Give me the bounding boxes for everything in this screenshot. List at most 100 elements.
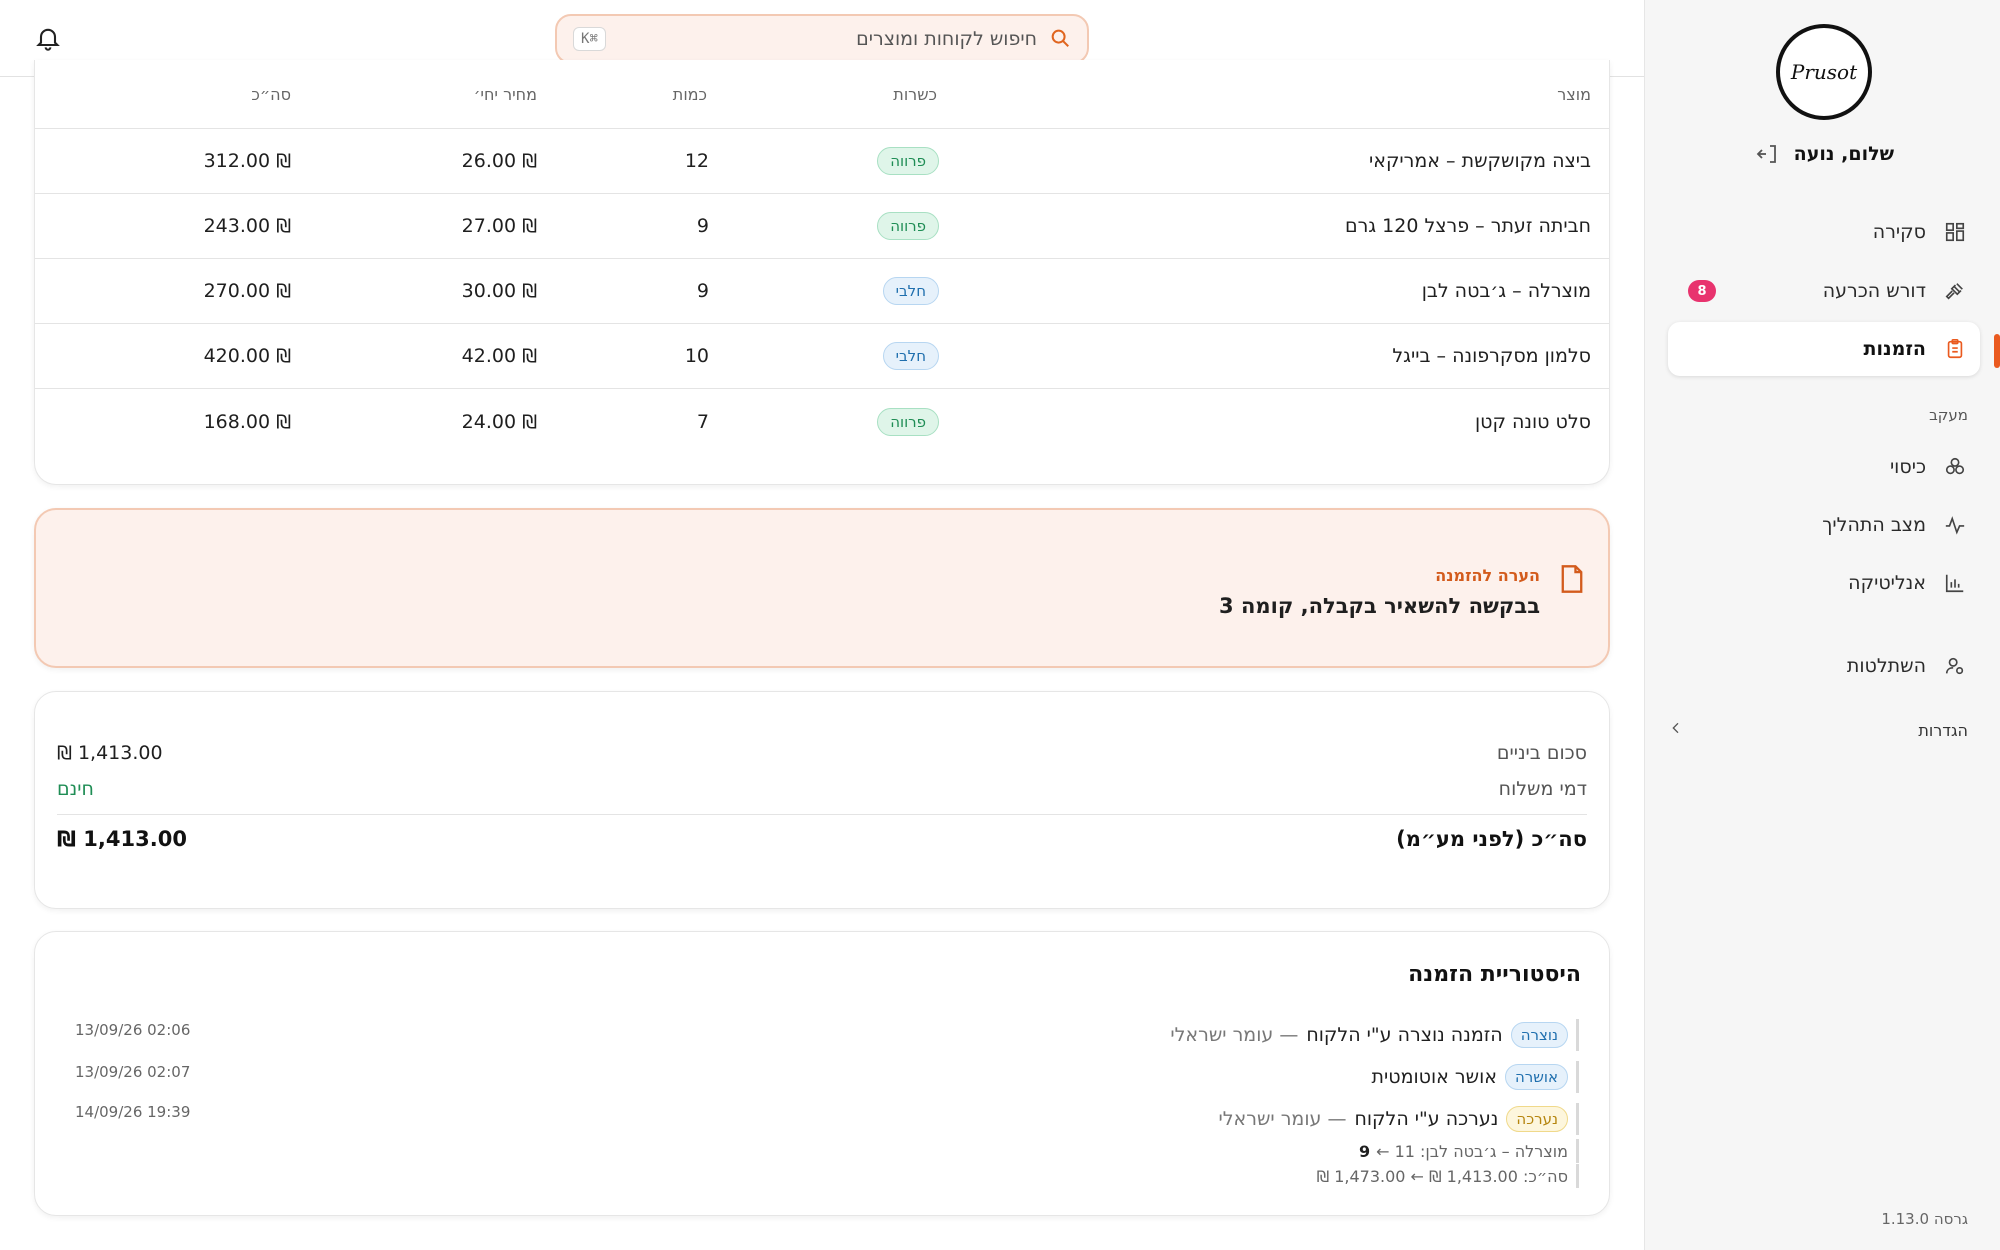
cell-product: מוצרלה – ג׳בטה לבן bbox=[1421, 280, 1591, 302]
cell-unit-price: ₪ 26.00 bbox=[461, 150, 537, 172]
kosher-badge: פרווה bbox=[877, 407, 939, 436]
order-summary: סכום ביניים ₪ 1,413.00 דמי משלוח חינם סה… bbox=[34, 691, 1610, 909]
event-time: 14/09/26 19:39 bbox=[75, 1103, 191, 1121]
activity-icon bbox=[1942, 512, 1968, 538]
header-product: מוצר bbox=[1557, 84, 1591, 104]
cell-total: ₪ 312.00 bbox=[203, 150, 291, 172]
header-unit-price: מחיר יחי׳ bbox=[473, 84, 537, 104]
active-indicator bbox=[1994, 334, 2000, 368]
sidebar-item-impersonate[interactable]: השתלטות bbox=[1668, 639, 1980, 693]
grid-icon bbox=[1942, 219, 1968, 245]
sidebar-item-decisions[interactable]: דורש הכרעה 8 bbox=[1668, 264, 1980, 318]
history-event: נערכה נערכה ע"י הלקוח — עומר ישראלי 14/0… bbox=[75, 1103, 1579, 1135]
clipboard-icon bbox=[1942, 336, 1968, 362]
sidebar-item-label: אנליטיקה bbox=[1848, 572, 1926, 594]
tracking-section-label: מעקב bbox=[1929, 406, 1968, 424]
status-badge: נערכה bbox=[1506, 1106, 1568, 1132]
cell-kosher: פרווה bbox=[877, 407, 939, 436]
cell-product: סלמון מסקרפונה – בייגל bbox=[1392, 345, 1591, 367]
total-label: סה״כ (לפני מע״מ) bbox=[1396, 827, 1587, 851]
table-header: מוצר כשרות כמות מחיר יחי׳ סה״כ bbox=[35, 60, 1609, 129]
cell-qty: 9 bbox=[696, 280, 709, 302]
table-row[interactable]: חביתה זעתר – פרצל 120 גרם פרווה 9 ₪ 27.0… bbox=[35, 194, 1609, 259]
note-text: בבקשה להשאיר בקבלה, קומה 3 bbox=[1219, 594, 1540, 618]
edit-detail-text: סה״כ: ‎₪ 1,473.00‎ ← ‎₪ 1,413.00‎ bbox=[1316, 1166, 1568, 1186]
cell-qty: 9 bbox=[696, 215, 709, 237]
sidebar-item-label: מצב התהליך bbox=[1822, 514, 1926, 536]
layers-icon bbox=[1942, 454, 1968, 480]
brand-logo[interactable]: Prusot bbox=[1776, 24, 1872, 120]
shortcut-hint: ⌘K bbox=[573, 27, 606, 51]
shipping-row: דמי משלוח חינם bbox=[57, 778, 1587, 800]
search-icon bbox=[1047, 27, 1071, 51]
sidebar-item-overview[interactable]: סקירה bbox=[1668, 205, 1980, 259]
note-icon bbox=[1558, 564, 1586, 594]
status-badge: אושרה bbox=[1504, 1064, 1568, 1090]
order-note: הערה להזמנה בבקשה להשאיר בקבלה, קומה 3 bbox=[34, 508, 1610, 668]
subtotal-row: סכום ביניים ₪ 1,413.00 bbox=[57, 742, 1587, 764]
cell-product: סלט טונה קטן bbox=[1474, 410, 1591, 433]
sidebar-item-label: דורש הכרעה bbox=[1822, 280, 1926, 302]
cell-unit-price: ₪ 24.00 bbox=[461, 410, 537, 433]
kosher-badge: פרווה bbox=[877, 212, 939, 240]
cell-qty: 10 bbox=[684, 345, 709, 367]
sidebar-item-coverage[interactable]: כיסוי bbox=[1668, 440, 1980, 494]
app-version: גרסה 1.13.0 bbox=[1881, 1210, 1968, 1228]
table-row[interactable]: מוצרלה – ג׳בטה לבן חלבי 9 ₪ 30.00 ₪ 270.… bbox=[35, 259, 1609, 324]
cell-kosher: פרווה bbox=[877, 212, 939, 240]
table-row[interactable]: ביצה מקושקשת – אמריקאי פרווה 12 ₪ 26.00 … bbox=[35, 129, 1609, 194]
cell-qty: 12 bbox=[684, 150, 709, 172]
sidebar-item-label: כיסוי bbox=[1889, 456, 1926, 478]
sidebar-item-orders[interactable]: הזמנות bbox=[1668, 322, 1980, 376]
search-input[interactable] bbox=[615, 28, 1037, 50]
event-text: אושר אוטומטית bbox=[1371, 1066, 1497, 1088]
event-text: הזמנה נוצרה ע"י הלקוח bbox=[1306, 1024, 1503, 1046]
sidebar-item-process-status[interactable]: מצב התהליך bbox=[1668, 498, 1980, 552]
sidebar: Prusot שלום, נועה סקירה דורש הכרעה 8 הזמ… bbox=[1644, 0, 2000, 1250]
total-row: סה״כ (לפני מע״מ) ₪ 1,413.00 bbox=[57, 827, 1587, 851]
subtotal-value: ₪ 1,413.00 bbox=[57, 742, 163, 764]
kosher-badge: חלבי bbox=[882, 277, 939, 305]
table-row[interactable]: סלט טונה קטן פרווה 7 ₪ 24.00 ₪ 168.00 bbox=[35, 389, 1609, 454]
sidebar-item-analytics[interactable]: אנליטיקה bbox=[1668, 556, 1980, 610]
pending-count-badge: 8 bbox=[1688, 280, 1716, 302]
gavel-icon bbox=[1942, 278, 1968, 304]
event-time: 13/09/26 02:07 bbox=[75, 1063, 191, 1081]
order-items-table: מוצר כשרות כמות מחיר יחי׳ סה״כ ביצה מקוש… bbox=[34, 60, 1610, 485]
logout-icon[interactable] bbox=[1756, 142, 1780, 166]
cell-product: חביתה זעתר – פרצל 120 גרם bbox=[1344, 215, 1591, 237]
shipping-value: חינם bbox=[57, 778, 94, 800]
event-time: 13/09/26 02:06 bbox=[75, 1021, 191, 1039]
event-actor: — עומר ישראלי bbox=[1170, 1024, 1299, 1046]
kosher-badge: חלבי bbox=[882, 342, 939, 370]
cell-qty: 7 bbox=[696, 410, 709, 433]
logo-text: Prusot bbox=[1790, 60, 1858, 84]
cell-kosher: חלבי bbox=[882, 277, 939, 305]
order-history: היסטוריית הזמנה נוצרה הזמנה נוצרה ע"י הל… bbox=[34, 931, 1610, 1216]
summary-divider bbox=[57, 814, 1587, 815]
edit-detail: סה״כ: ‎₪ 1,473.00‎ ← ‎₪ 1,413.00‎ bbox=[75, 1164, 1579, 1188]
note-label: הערה להזמנה bbox=[1435, 566, 1540, 585]
cell-unit-price: ₪ 30.00 bbox=[461, 280, 537, 302]
edit-detail-new-value: 9 bbox=[1358, 1141, 1371, 1161]
bell-icon[interactable] bbox=[34, 24, 62, 52]
status-badge: נוצרה bbox=[1510, 1022, 1568, 1048]
settings-toggle[interactable]: הגדרות bbox=[1668, 720, 1968, 740]
kosher-badge: פרווה bbox=[877, 147, 939, 175]
bar-chart-icon bbox=[1942, 570, 1968, 596]
user-cog-icon bbox=[1942, 653, 1968, 679]
subtotal-label: סכום ביניים bbox=[1496, 742, 1587, 764]
table-row[interactable]: סלמון מסקרפונה – בייגל חלבי 10 ₪ 42.00 ₪… bbox=[35, 324, 1609, 389]
cell-total: ₪ 243.00 bbox=[203, 215, 291, 237]
shipping-label: דמי משלוח bbox=[1498, 778, 1587, 800]
event-text: נערכה ע"י הלקוח bbox=[1354, 1108, 1499, 1130]
cell-kosher: פרווה bbox=[877, 147, 939, 175]
cell-unit-price: ₪ 27.00 bbox=[461, 215, 537, 237]
cell-product: ביצה מקושקשת – אמריקאי bbox=[1369, 150, 1591, 172]
history-event: אושרה אושר אוטומטית 13/09/26 02:07 bbox=[75, 1061, 1579, 1093]
settings-label: הגדרות bbox=[1918, 720, 1968, 740]
search-bar[interactable]: ⌘K bbox=[555, 14, 1089, 64]
cell-total: ₪ 270.00 bbox=[203, 280, 291, 302]
cell-total: ₪ 420.00 bbox=[203, 345, 291, 367]
cell-unit-price: ₪ 42.00 bbox=[461, 345, 537, 367]
